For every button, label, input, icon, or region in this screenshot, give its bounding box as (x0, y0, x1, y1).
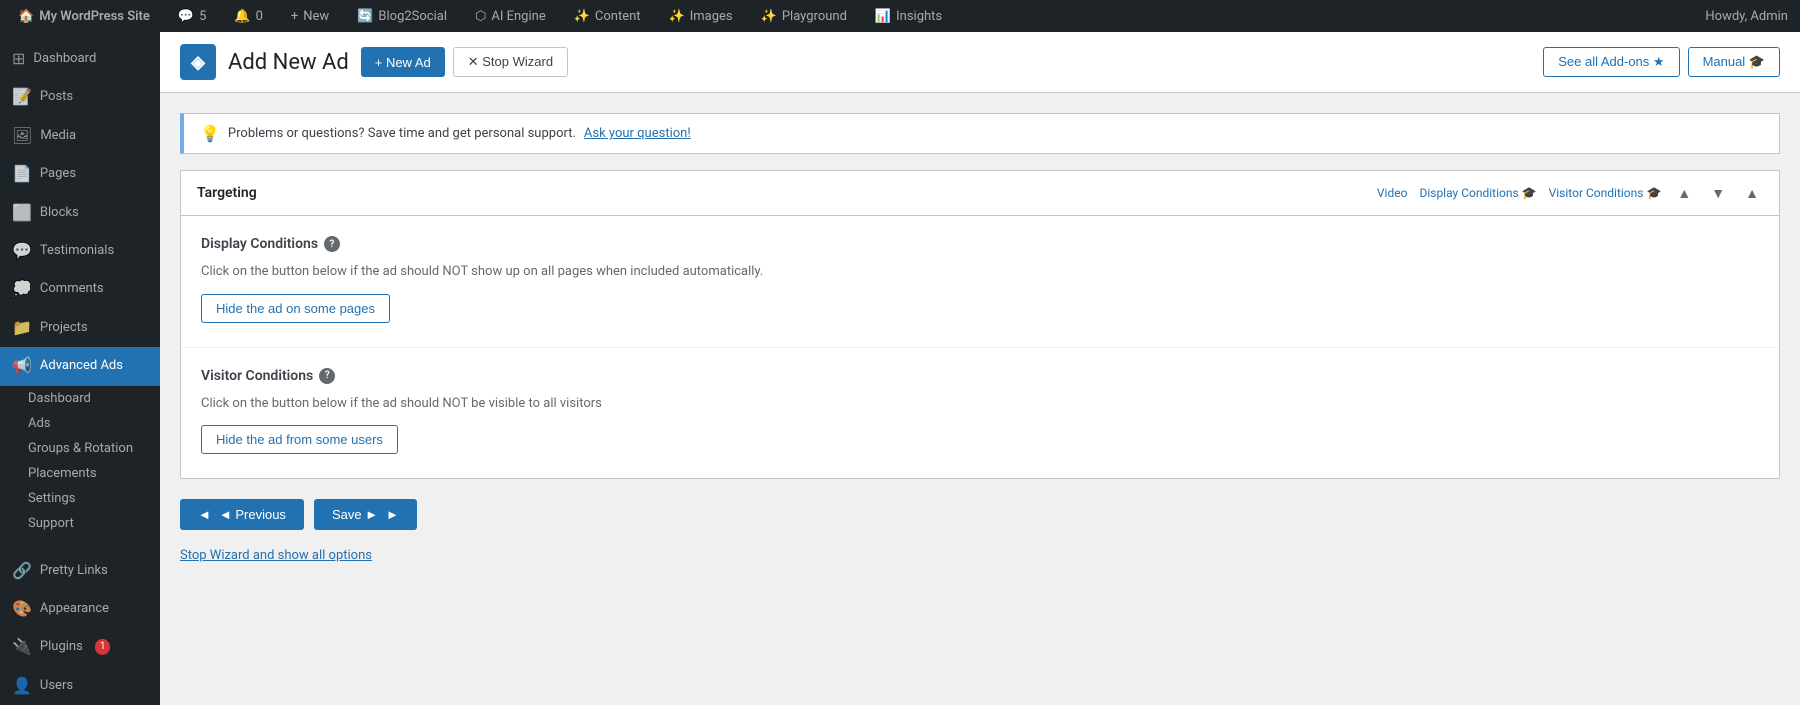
adminbar-updates[interactable]: 🔔 0 (228, 0, 269, 32)
bottom-actions: ◄ ◄ Previous Save ► ► (180, 499, 1780, 530)
comments-nav-icon: 💭 (12, 278, 32, 300)
content-icon: ✨ (574, 9, 590, 24)
sidebar-item-pages[interactable]: 📄 Pages (0, 155, 160, 193)
main-content: ◈ Add New Ad + New Ad ✕ Stop Wizard See … (160, 32, 1800, 705)
info-icon: 💡 (200, 124, 220, 143)
projects-icon: 📁 (12, 317, 32, 339)
sidebar-item-testimonials[interactable]: 💬 Testimonials (0, 232, 160, 270)
advanced-ads-icon: 📢 (12, 355, 32, 377)
display-conditions-section: Display Conditions ? Click on the button… (181, 216, 1779, 348)
sidebar-item-dashboard[interactable]: ⊞ Dashboard (0, 40, 160, 78)
blocks-icon: ⬜ (12, 202, 32, 224)
sidebar-item-media[interactable]: 🖼 Media (0, 117, 160, 155)
aiengine-icon: ⬡ (475, 9, 486, 24)
targeting-header: Targeting Video Display Conditions 🎓 Vis… (181, 171, 1779, 216)
sidebar-sub-groups-rotation[interactable]: Groups & Rotation (0, 436, 160, 461)
adminbar-aiengine[interactable]: ⬡ AI Engine (469, 0, 552, 32)
stop-wizard-show-all-link[interactable]: Stop Wizard and show all options (180, 548, 372, 563)
sidebar-sub-placements[interactable]: Placements (0, 461, 160, 486)
updates-icon: 🔔 (234, 9, 250, 24)
sidebar-item-posts[interactable]: 📝 Posts (0, 78, 160, 116)
sidebar-item-blocks[interactable]: ⬜ Blocks (0, 194, 160, 232)
adminbar-user: Howdy, Admin (1705, 9, 1788, 24)
ask-question-link[interactable]: Ask your question! (584, 126, 691, 141)
admin-bar: 🏠 My WordPress Site 💬 5 🔔 0 + New 🔄 Blog… (0, 0, 1800, 32)
visitor-conditions-desc: Click on the button below if the ad shou… (201, 394, 1759, 414)
previous-button[interactable]: ◄ ◄ Previous (180, 499, 304, 530)
sidebar-item-projects[interactable]: 📁 Projects (0, 309, 160, 347)
adminbar-site[interactable]: 🏠 My WordPress Site (12, 0, 156, 32)
collapse-up-button[interactable]: ▲ (1673, 183, 1695, 203)
manual-button[interactable]: Manual 🎓 (1688, 47, 1780, 77)
video-link[interactable]: Video (1377, 186, 1408, 200)
visitor-conditions-title: Visitor Conditions ? (201, 368, 1759, 384)
display-conditions-link-icon: 🎓 (1522, 186, 1537, 200)
visitor-conditions-link-icon: 🎓 (1646, 186, 1661, 200)
insights-icon: 📊 (875, 9, 891, 24)
display-conditions-desc: Click on the button below if the ad shou… (201, 262, 1759, 282)
collapse-down-button[interactable]: ▼ (1707, 183, 1729, 203)
sidebar-sub-settings[interactable]: Settings (0, 486, 160, 511)
page-header-icon: ◈ (180, 44, 216, 80)
posts-icon: 📝 (12, 86, 32, 108)
playground-icon: ✨ (761, 9, 777, 24)
hide-ad-pages-button[interactable]: Hide the ad on some pages (201, 294, 390, 323)
collapse-toggle-button[interactable]: ▲ (1741, 183, 1763, 203)
media-icon: 🖼 (12, 125, 32, 147)
sidebar: ⊞ Dashboard 📝 Posts 🖼 Media 📄 Pages ⬜ Bl… (0, 32, 160, 705)
pretty-links-icon: 🔗 (12, 560, 32, 582)
page-title: Add New Ad (228, 50, 349, 75)
plugins-icon: 🔌 (12, 636, 32, 658)
header-right-buttons: See all Add-ons ★ Manual 🎓 (1543, 47, 1780, 77)
comments-icon: 💬 (178, 9, 194, 24)
adminbar-images[interactable]: ✨ Images (663, 0, 739, 32)
new-ad-button[interactable]: + New Ad (361, 47, 445, 77)
images-icon: ✨ (669, 9, 685, 24)
testimonials-icon: 💬 (12, 240, 32, 262)
display-conditions-link[interactable]: Display Conditions 🎓 (1419, 186, 1536, 200)
adminbar-insights[interactable]: 📊 Insights (869, 0, 948, 32)
targeting-title: Targeting (197, 185, 257, 201)
adminbar-new[interactable]: + New (285, 0, 335, 32)
visitor-conditions-help-icon[interactable]: ? (319, 368, 335, 384)
sidebar-item-advanced-ads[interactable]: 📢 Advanced Ads (0, 347, 160, 385)
sidebar-item-pretty-links[interactable]: 🔗 Pretty Links (0, 552, 160, 590)
hide-ad-users-button[interactable]: Hide the ad from some users (201, 425, 398, 454)
display-conditions-title: Display Conditions ? (201, 236, 1759, 252)
adminbar-blog2social[interactable]: 🔄 Blog2Social (351, 0, 453, 32)
sidebar-sub-dashboard[interactable]: Dashboard (0, 386, 160, 411)
sidebar-sub-support[interactable]: Support (0, 511, 160, 536)
sidebar-item-appearance[interactable]: 🎨 Appearance (0, 590, 160, 628)
blog2social-icon: 🔄 (357, 9, 373, 24)
targeting-header-right: Video Display Conditions 🎓 Visitor Condi… (1377, 183, 1763, 203)
dashboard-icon: ⊞ (12, 48, 25, 70)
save-arrow-icon: ► (386, 507, 399, 522)
adminbar-playground[interactable]: ✨ Playground (755, 0, 853, 32)
save-button[interactable]: Save ► ► (314, 499, 417, 530)
display-conditions-help-icon[interactable]: ? (324, 236, 340, 252)
info-text: Problems or questions? Save time and get… (228, 126, 576, 141)
plugins-badge: 1 (95, 639, 111, 655)
sidebar-sub-ads[interactable]: Ads (0, 411, 160, 436)
visitor-conditions-section: Visitor Conditions ? Click on the button… (181, 348, 1779, 479)
plus-icon: + (291, 9, 298, 24)
stop-wizard-button[interactable]: ✕ Stop Wizard (453, 47, 568, 77)
see-addons-button[interactable]: See all Add-ons ★ (1543, 47, 1679, 77)
page-header: ◈ Add New Ad + New Ad ✕ Stop Wizard See … (160, 32, 1800, 93)
sidebar-item-users[interactable]: 👤 Users (0, 667, 160, 705)
header-buttons: + New Ad ✕ Stop Wizard (361, 47, 568, 77)
pages-icon: 📄 (12, 163, 32, 185)
sidebar-item-plugins[interactable]: 🔌 Plugins 1 (0, 628, 160, 666)
visitor-conditions-link[interactable]: Visitor Conditions 🎓 (1549, 186, 1662, 200)
appearance-icon: 🎨 (12, 598, 32, 620)
targeting-box: Targeting Video Display Conditions 🎓 Vis… (180, 170, 1780, 479)
sidebar-item-comments[interactable]: 💭 Comments (0, 270, 160, 308)
adminbar-comments[interactable]: 💬 5 (172, 0, 213, 32)
wp-logo-icon: 🏠 (18, 9, 34, 24)
previous-arrow-icon: ◄ (198, 507, 211, 522)
adminbar-content[interactable]: ✨ Content (568, 0, 647, 32)
info-banner: 💡 Problems or questions? Save time and g… (180, 113, 1780, 154)
users-icon: 👤 (12, 675, 32, 697)
content-area: 💡 Problems or questions? Save time and g… (160, 93, 1800, 583)
